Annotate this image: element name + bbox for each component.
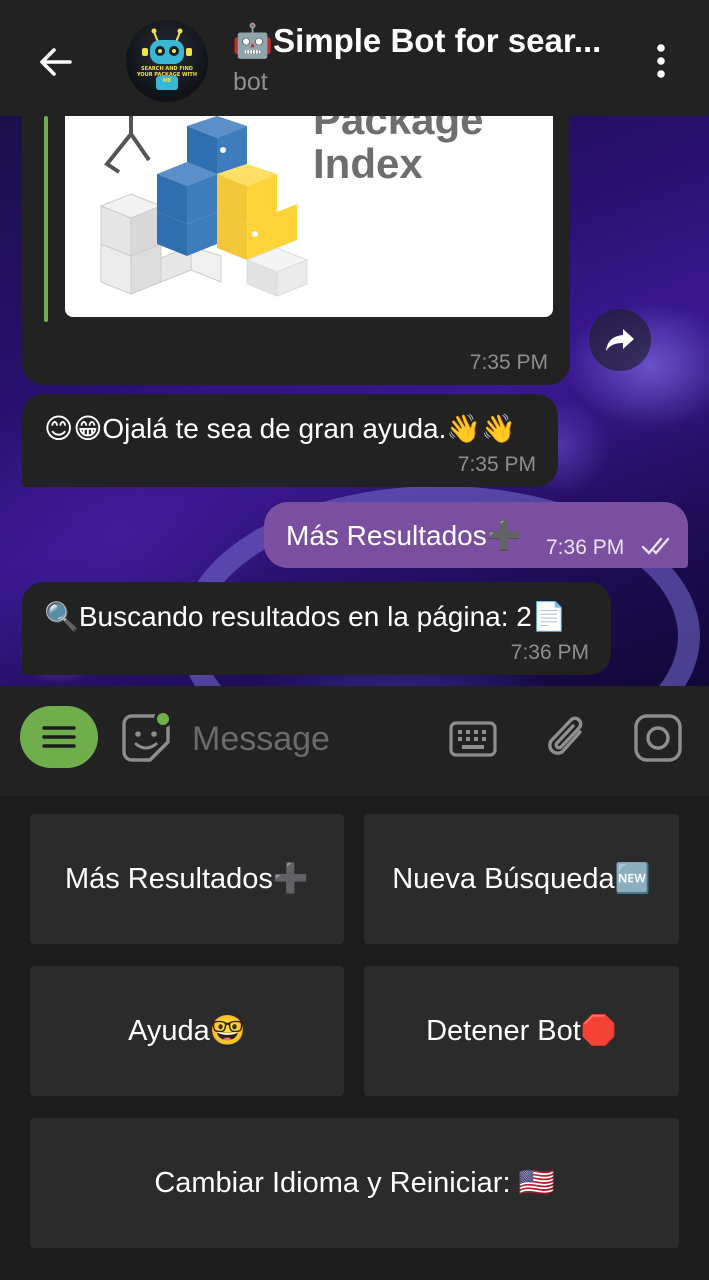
link-preview-accent (44, 116, 48, 322)
double-check-icon (641, 537, 670, 555)
camera-icon[interactable] (632, 712, 684, 764)
message-text: Más Resultados➕ (286, 520, 522, 551)
new-search-button[interactable]: Nueva Búsqueda🆕 (364, 814, 679, 944)
incoming-message[interactable]: 🔍Buscando resultados en la página: 2📄 7:… (22, 582, 611, 675)
more-results-button[interactable]: Más Resultados➕ (30, 814, 344, 944)
chat-header: SEARCH AND FIND YOUR PACKAGE WITH ME 🤖Si… (0, 0, 709, 116)
chat-subtitle: bot (233, 68, 268, 96)
message-time: 7:35 PM (469, 351, 548, 374)
sticker-notification-dot (154, 710, 172, 728)
avatar-caption: SEARCH AND FIND YOUR PACKAGE WITH ME (136, 66, 198, 84)
bot-menu-button[interactable] (20, 706, 98, 768)
share-arrow-icon (606, 329, 634, 351)
message-text: 😊😁Ojalá te sea de gran ayuda.👋👋 (44, 413, 517, 444)
link-preview-image[interactable]: Package Index (65, 116, 553, 317)
message-time: 7:36 PM (546, 536, 625, 559)
chat-messages-area[interactable]: Package Index 7:35 PM 😊😁Ojalá te sea de … (0, 116, 709, 686)
change-language-button[interactable]: Cambiar Idioma y Reiniciar: 🇺🇸 (30, 1118, 679, 1248)
paperclip-icon[interactable] (544, 712, 590, 764)
back-button[interactable] (30, 40, 80, 84)
more-vertical-icon (657, 44, 665, 78)
link-preview-message[interactable]: Package Index 7:35 PM (22, 116, 570, 385)
keyboard-icon[interactable] (448, 714, 498, 764)
message-time: 7:35 PM (457, 453, 536, 476)
help-button[interactable]: Ayuda🤓 (30, 966, 344, 1096)
incoming-message[interactable]: 😊😁Ojalá te sea de gran ayuda.👋👋 7:35 PM (22, 394, 558, 487)
stop-bot-button[interactable]: Detener Bot🛑 (364, 966, 679, 1096)
message-time: 7:36 PM (510, 641, 589, 664)
message-text: 🔍Buscando resultados en la página: 2📄 (44, 601, 567, 632)
outgoing-message[interactable]: Más Resultados➕ 7:36 PM (264, 502, 688, 568)
message-input-bar (0, 686, 709, 796)
chat-title[interactable]: 🤖Simple Bot for sear... (232, 22, 601, 61)
arrow-left-icon (40, 48, 72, 76)
bot-avatar[interactable]: SEARCH AND FIND YOUR PACKAGE WITH ME (126, 20, 208, 102)
robot-logo-icon (142, 28, 192, 90)
bot-reply-keyboard: Más Resultados➕ Nueva Búsqueda🆕 Ayuda🤓 D… (0, 796, 709, 1280)
message-input[interactable] (192, 714, 422, 764)
link-preview-title: Package Index (313, 116, 484, 187)
menu-lines-icon (42, 726, 76, 748)
more-options-button[interactable] (643, 38, 679, 84)
forward-button[interactable] (589, 309, 651, 371)
navigation-bar (0, 1252, 709, 1280)
